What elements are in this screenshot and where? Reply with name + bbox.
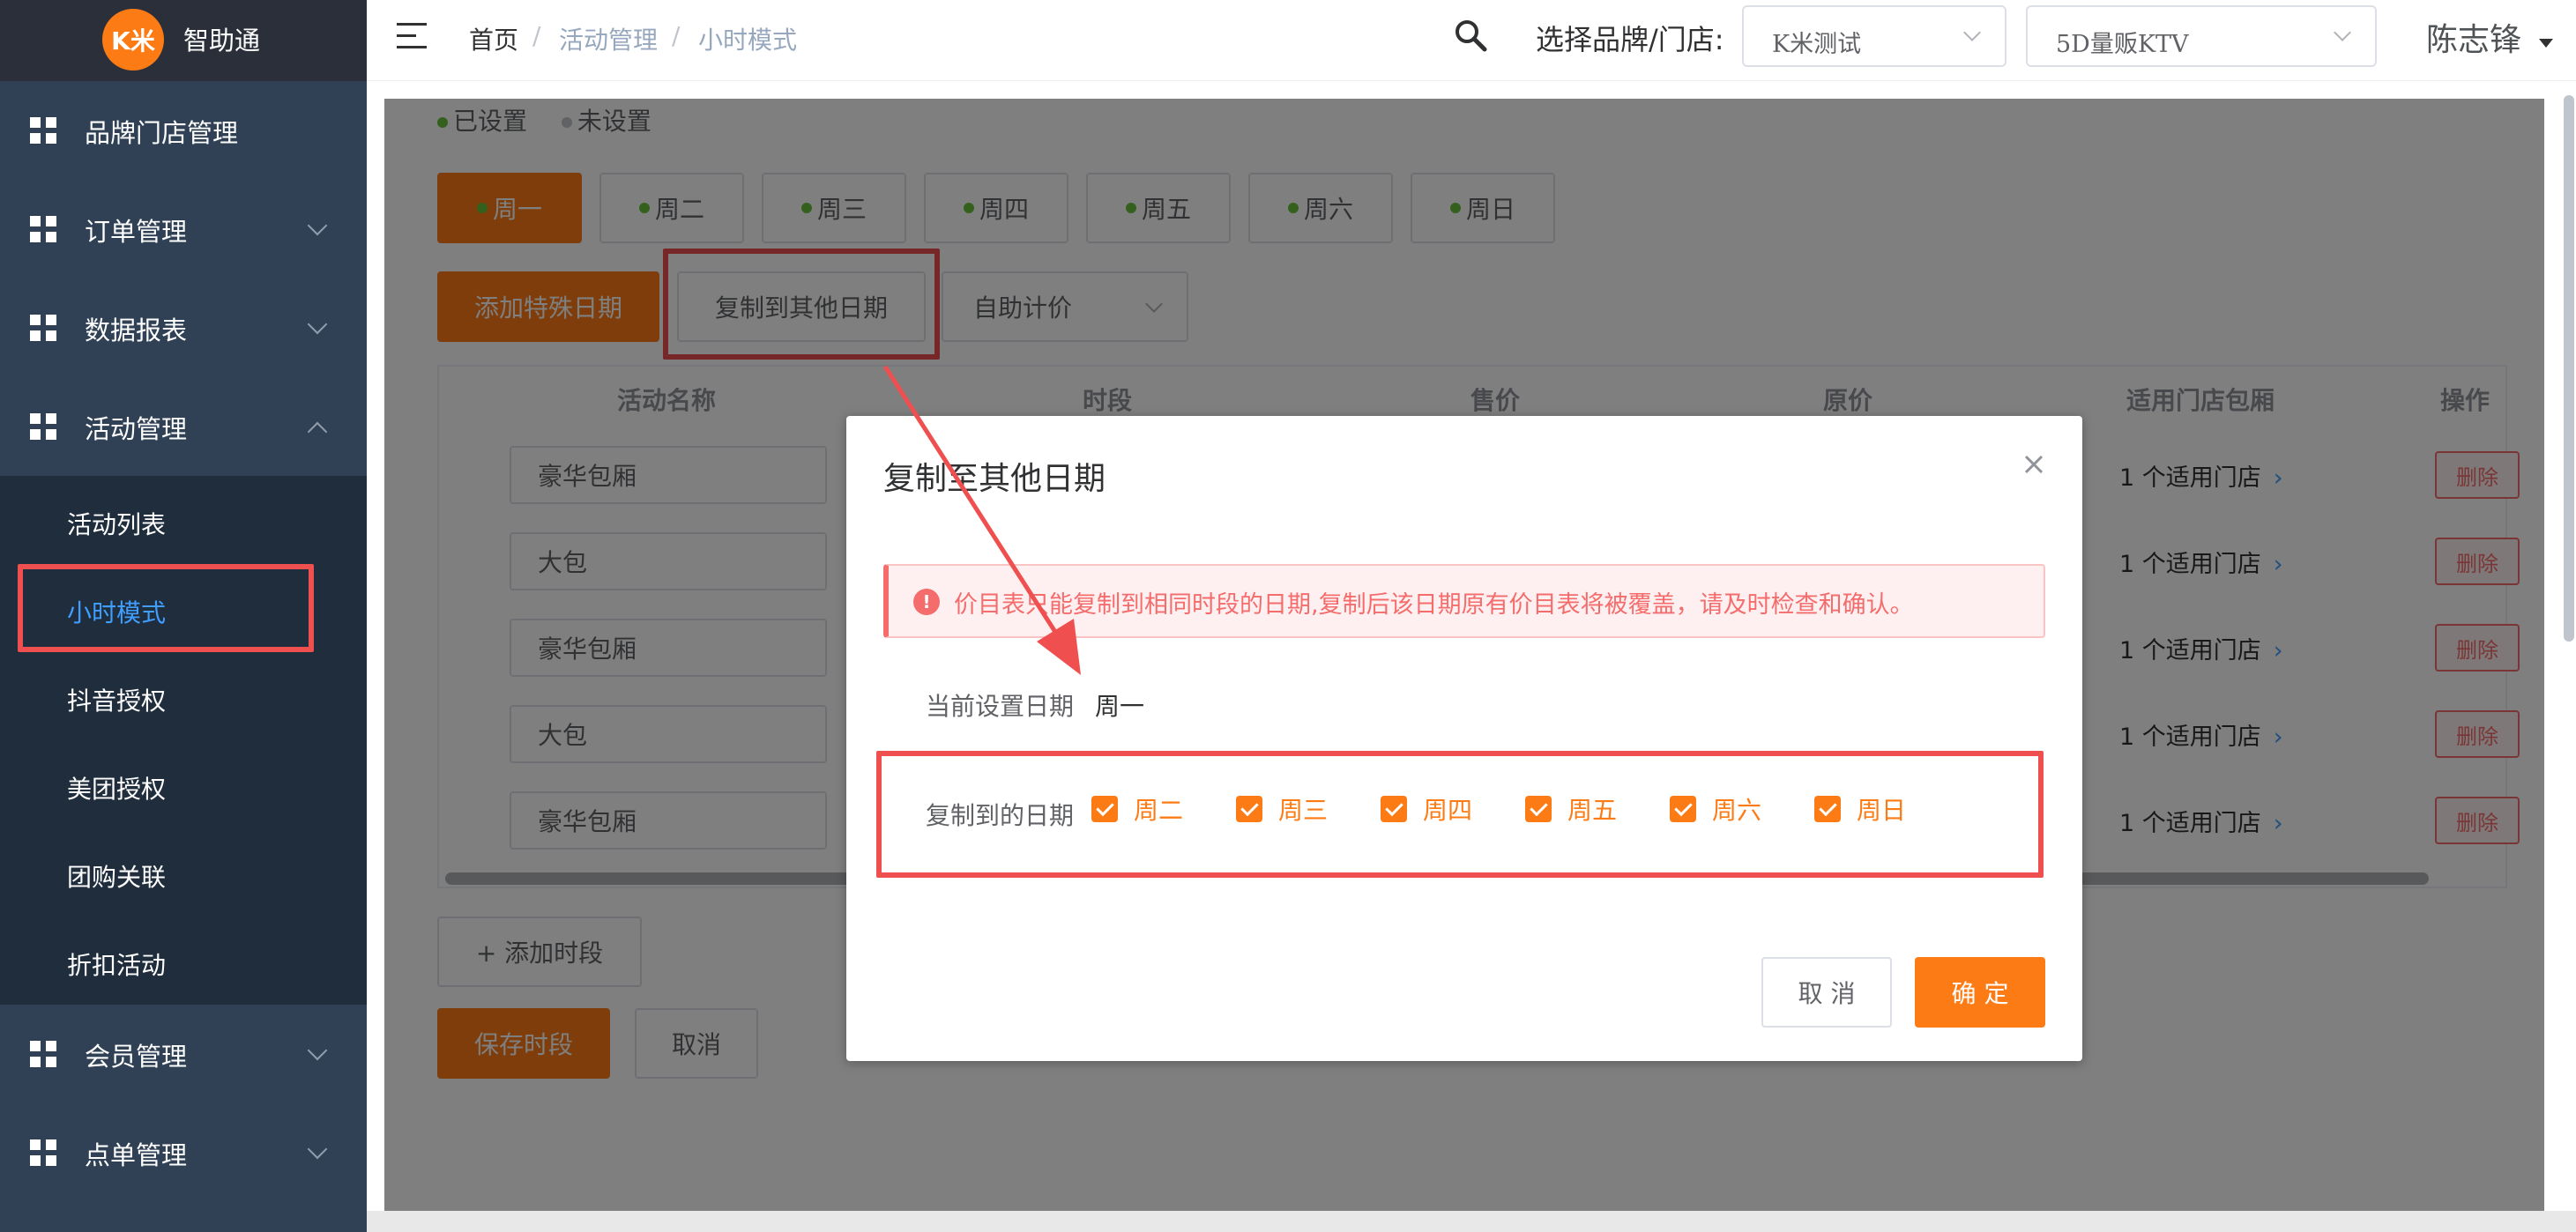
grid-icon xyxy=(30,413,56,440)
breadcrumb-current: 小时模式 xyxy=(698,26,798,55)
chevron-down-icon xyxy=(307,1040,328,1061)
close-icon[interactable] xyxy=(2021,451,2047,478)
chevron-down-icon xyxy=(307,314,328,335)
sidebar-item-label: 点单管理 xyxy=(85,1140,188,1170)
chevron-up-icon xyxy=(307,421,328,442)
menu-toggle-icon[interactable] xyxy=(397,23,427,49)
sidebar-item-label: 订单管理 xyxy=(85,217,188,247)
submenu-item-activity-list[interactable]: 活动列表 xyxy=(0,478,367,566)
chevron-down-icon xyxy=(2334,24,2351,41)
dialog-cancel-button[interactable]: 取 消 xyxy=(1761,957,1892,1028)
chevron-down-icon xyxy=(307,215,328,236)
breadcrumb-sep: / xyxy=(672,21,681,50)
breadcrumb-sep: / xyxy=(532,21,541,50)
horizontal-scroll-track xyxy=(367,1211,2576,1232)
sidebar-item-reports[interactable]: 数据报表 xyxy=(0,278,367,377)
grid-icon xyxy=(30,1139,56,1166)
sidebar-item-label: 品牌门店管理 xyxy=(85,118,239,148)
grid-icon xyxy=(30,216,56,242)
search-icon[interactable] xyxy=(1453,18,1488,53)
dialog-confirm-button[interactable]: 确 定 xyxy=(1915,957,2045,1028)
brand-select[interactable]: K米测试 xyxy=(1742,5,2006,67)
sidebar-item-activity[interactable]: 活动管理 xyxy=(0,377,367,476)
store-selector-label: 选择品牌/门店: xyxy=(1536,23,1724,56)
sidebar-item-label: 活动管理 xyxy=(85,414,188,444)
breadcrumb-home[interactable]: 首页 xyxy=(469,21,518,56)
sidebar-item-label: 会员管理 xyxy=(85,1042,188,1072)
highlight-copy-dates xyxy=(876,751,2044,878)
store-select[interactable]: 5D量贩KTV xyxy=(2026,5,2377,67)
current-date-value: 周一 xyxy=(1095,692,1145,721)
grid-icon xyxy=(30,315,56,341)
breadcrumb-activity[interactable]: 活动管理 xyxy=(559,21,658,56)
sidebar-item-members[interactable]: 会员管理 xyxy=(0,1005,367,1103)
sidebar-item-ordering[interactable]: 点单管理 xyxy=(0,1103,367,1202)
page-vertical-scrollbar[interactable] xyxy=(2564,95,2574,642)
grid-icon xyxy=(30,117,56,144)
brand-logo: K米 xyxy=(102,9,164,71)
grid-icon xyxy=(30,1041,56,1067)
submenu-item-groupbuy-link[interactable]: 团购关联 xyxy=(0,830,367,918)
highlight-hour-mode xyxy=(18,564,314,652)
caret-down-icon[interactable] xyxy=(2539,39,2553,48)
app-root: K米 智助通 品牌门店管理 订单管理 数据报表 活动管理 活动列表 小时模式 抖… xyxy=(0,0,2576,1232)
user-name[interactable]: 陈志锋 xyxy=(2426,14,2521,60)
submenu-item-meituan-auth[interactable]: 美团授权 xyxy=(0,742,367,830)
submenu-item-discount[interactable]: 折扣活动 xyxy=(0,918,367,1006)
current-date-label: 当前设置日期 xyxy=(926,692,1075,721)
app-name: 智助通 xyxy=(183,26,261,56)
annotation-arrow xyxy=(882,365,1081,675)
submenu-item-douyin-auth[interactable]: 抖音授权 xyxy=(0,654,367,742)
sidebar-item-brand-store[interactable]: 品牌门店管理 xyxy=(0,81,367,180)
chevron-down-icon xyxy=(1963,24,1981,41)
sidebar-item-orders[interactable]: 订单管理 xyxy=(0,180,367,278)
sidebar-item-label: 数据报表 xyxy=(85,315,188,345)
chevron-down-icon xyxy=(307,1139,328,1160)
